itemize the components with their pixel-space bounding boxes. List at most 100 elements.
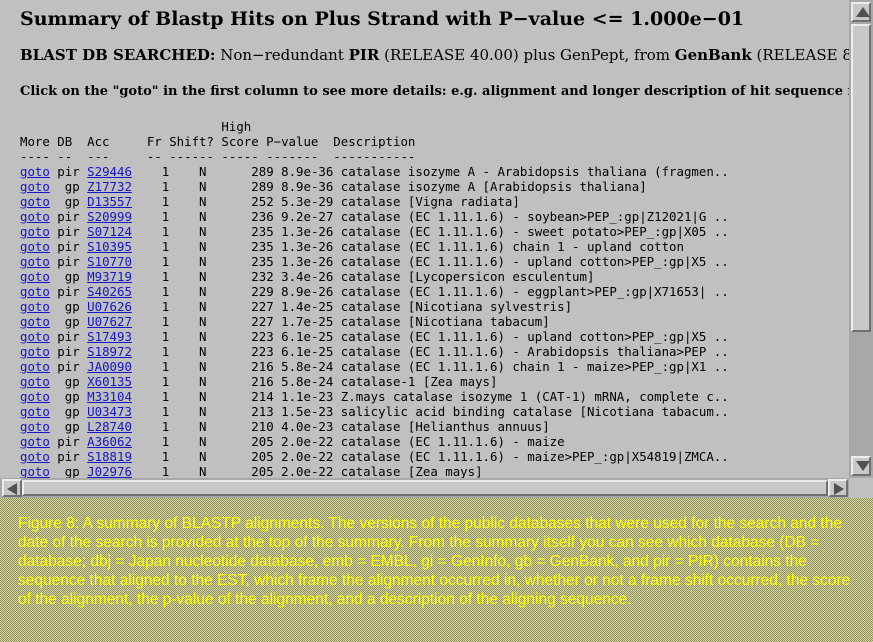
figure-caption: Figure 8: A summary of BLASTP alignments… [18, 515, 851, 608]
goto-link[interactable]: goto [20, 404, 50, 419]
accession-link[interactable]: S18972 [87, 344, 132, 359]
goto-link[interactable]: goto [20, 269, 50, 284]
accession-link[interactable]: S18819 [87, 449, 132, 464]
row-values: 1 N 235 1.3e-26 catalase (EC 1.11.1.6) c… [131, 239, 684, 254]
horizontal-scrollbar[interactable] [0, 478, 849, 498]
table-row: goto pir S29446 1 N 289 8.9e-36 catalase… [20, 164, 729, 179]
goto-link[interactable]: goto [20, 434, 50, 449]
db-cell: pir [49, 164, 88, 179]
table-row: goto pir S18819 1 N 205 2.0e-22 catalase… [20, 449, 729, 464]
goto-link[interactable]: goto [20, 194, 50, 209]
accession-link[interactable]: S20999 [87, 209, 132, 224]
table-row: goto pir S10395 1 N 235 1.3e-26 catalase… [20, 239, 684, 254]
horizontal-scroll-thumb[interactable] [22, 480, 828, 496]
table-row: goto pir S10770 1 N 235 1.3e-26 catalase… [20, 254, 729, 269]
goto-link[interactable]: goto [20, 359, 50, 374]
table-row: goto gp M33104 1 N 214 1.1e-23 Z.mays ca… [20, 389, 729, 404]
goto-link[interactable]: goto [20, 254, 50, 269]
scroll-right-arrow-icon [834, 483, 844, 495]
row-values: 1 N 236 9.2e-27 catalase (EC 1.11.1.6) -… [131, 209, 729, 224]
goto-link[interactable]: goto [20, 329, 50, 344]
row-values: 1 N 235 1.3e-26 catalase (EC 1.11.1.6) -… [131, 224, 729, 239]
scroll-down-arrow-icon [856, 461, 870, 471]
row-values: 1 N 205 2.0e-22 catalase [Zea mays] [131, 464, 483, 478]
db-cell: pir [49, 239, 88, 254]
db-cell: gp [49, 269, 88, 284]
row-values: 1 N 214 1.1e-23 Z.mays catalase isozyme … [131, 389, 729, 404]
accession-link[interactable]: JA0090 [87, 359, 132, 374]
row-values: 1 N 205 2.0e-22 catalase (EC 1.11.1.6) -… [131, 449, 729, 464]
goto-link[interactable]: goto [20, 464, 50, 478]
db-cell: pir [49, 359, 88, 374]
scroll-down-button[interactable] [851, 456, 871, 476]
goto-link[interactable]: goto [20, 164, 50, 179]
db-cell: gp [49, 314, 88, 329]
header-line-3: ---- -- --- -- ------ ----- ------- ----… [20, 149, 416, 164]
db-pir: PIR [348, 46, 380, 64]
goto-link[interactable]: goto [20, 389, 50, 404]
goto-link[interactable]: goto [20, 374, 50, 389]
table-row: goto pir S17493 1 N 223 6.1e-25 catalase… [20, 329, 729, 344]
accession-link[interactable]: U03473 [87, 404, 132, 419]
row-values: 1 N 227 1.7e-25 catalase [Nicotiana taba… [131, 314, 550, 329]
goto-link[interactable]: goto [20, 299, 50, 314]
scroll-up-arrow-icon [856, 7, 870, 17]
vertical-scroll-thumb[interactable] [851, 24, 871, 332]
vertical-scrollbar[interactable] [849, 0, 873, 478]
row-values: 1 N 216 5.8e-24 catalase-1 [Zea mays] [131, 374, 498, 389]
table-row: goto pir S40265 1 N 229 8.9e-26 catalase… [20, 284, 729, 299]
accession-link[interactable]: S17493 [87, 329, 132, 344]
table-row: goto gp U07627 1 N 227 1.7e-25 catalase … [20, 314, 550, 329]
accession-link[interactable]: D13557 [87, 194, 132, 209]
header-line-2: More DB Acc Fr Shift? Score P−value Desc… [20, 134, 416, 149]
row-values: 1 N 223 6.1e-25 catalase (EC 1.11.1.6) -… [131, 344, 729, 359]
db-text-2: (RELEASE 40.00) plus GenPept, from [379, 46, 675, 64]
db-cell: gp [49, 374, 88, 389]
table-row: goto pir S07124 1 N 235 1.3e-26 catalase… [20, 224, 729, 239]
accession-link[interactable]: S07124 [87, 224, 132, 239]
table-row: goto pir JA0090 1 N 216 5.8e-24 catalase… [20, 359, 729, 374]
accession-link[interactable]: S10770 [87, 254, 132, 269]
goto-link[interactable]: goto [20, 239, 50, 254]
accession-link[interactable]: S40265 [87, 284, 132, 299]
accession-link[interactable]: L28740 [87, 419, 132, 434]
table-row: goto gp Z17732 1 N 289 8.9e-36 catalase … [20, 179, 647, 194]
accession-link[interactable]: X60135 [87, 374, 132, 389]
table-row: goto gp U03473 1 N 213 1.5e-23 salicylic… [20, 404, 729, 419]
db-cell: pir [49, 254, 88, 269]
goto-link[interactable]: goto [20, 314, 50, 329]
scroll-up-button[interactable] [851, 2, 871, 22]
goto-link[interactable]: goto [20, 284, 50, 299]
db-searched-line: BLAST DB SEARCHED: Non−redundant PIR (RE… [20, 46, 849, 64]
accession-link[interactable]: Z17732 [87, 179, 132, 194]
goto-link[interactable]: goto [20, 209, 50, 224]
db-cell: gp [49, 464, 88, 478]
goto-link[interactable]: goto [20, 449, 50, 464]
db-label: BLAST DB SEARCHED: [20, 46, 216, 64]
accession-link[interactable]: M93719 [87, 269, 132, 284]
browser-content: Summary of Blastp Hits on Plus Strand wi… [0, 0, 849, 478]
db-cell: gp [49, 179, 88, 194]
accession-link[interactable]: J02976 [87, 464, 132, 478]
accession-link[interactable]: U07627 [87, 314, 132, 329]
accession-link[interactable]: S10395 [87, 239, 132, 254]
hits-table: High More DB Acc Fr Shift? Score P−value… [20, 119, 729, 478]
row-values: 1 N 210 4.0e-23 catalase [Helianthus ann… [131, 419, 550, 434]
accession-link[interactable]: M33104 [87, 389, 132, 404]
goto-link[interactable]: goto [20, 179, 50, 194]
goto-link[interactable]: goto [20, 419, 50, 434]
table-row: goto gp X60135 1 N 216 5.8e-24 catalase-… [20, 374, 497, 389]
goto-link[interactable]: goto [20, 344, 50, 359]
accession-link[interactable]: U07626 [87, 299, 132, 314]
db-cell: pir [49, 224, 88, 239]
db-cell: gp [49, 194, 88, 209]
db-text-3: (RELEASE 83.0) [756, 46, 850, 64]
figure-caption-panel: Figure 8: A summary of BLASTP alignments… [0, 498, 873, 642]
accession-link[interactable]: S29446 [87, 164, 132, 179]
scroll-right-button[interactable] [828, 479, 848, 497]
goto-link[interactable]: goto [20, 224, 50, 239]
scroll-left-button[interactable] [2, 479, 22, 497]
accession-link[interactable]: A36062 [87, 434, 132, 449]
header-line-1: High [20, 119, 252, 134]
row-values: 1 N 235 1.3e-26 catalase (EC 1.11.1.6) -… [131, 254, 729, 269]
